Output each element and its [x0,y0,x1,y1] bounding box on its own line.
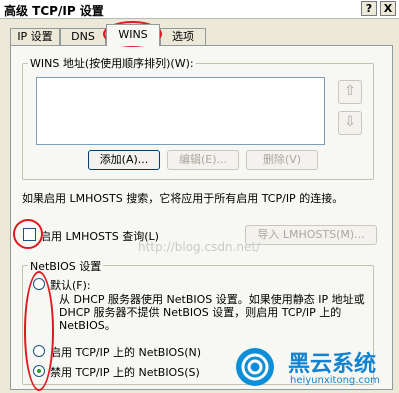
annotation-radio-circle [24,271,54,391]
lmhosts-note: 如果启用 LMHOSTS 搜索，它将应用于所有启用 TCP/IP 的连接。 [22,192,344,205]
wins-address-list[interactable] [36,77,325,145]
swirl-logo-icon [236,348,274,386]
tab-dns[interactable]: DNS [60,28,106,45]
move-up-button[interactable]: ⇧ [338,80,362,104]
logo-name: 黑云系统 [288,352,377,377]
logo-url: heiyunxitong.com [290,375,380,386]
move-down-button[interactable]: ⇩ [338,111,362,135]
watermark-text: http://blog.csdn.net/ [138,240,261,254]
edit-button[interactable]: 编辑(E)... [167,150,239,170]
tab-ip-settings[interactable]: IP 设置 [10,28,60,45]
wins-address-label: WINS 地址(按使用顺序排列)(W): [28,55,196,71]
netbios-disable-label: 禁用 TCP/IP 上的 NetBIOS(S) [50,366,200,379]
help-icon: ? [365,2,373,15]
help-button[interactable]: ? [361,1,377,16]
delete-button[interactable]: 删除(V) [246,150,318,170]
netbios-enable-label: 启用 TCP/IP 上的 NetBIOS(N) [50,346,202,359]
add-button[interactable]: 添加(A)... [88,150,160,170]
netbios-default-label: 默认(F): [50,279,91,292]
annotation-checkbox-circle [13,219,43,249]
close-button[interactable]: X [380,1,396,16]
netbios-default-description: 从 DHCP 服务器使用 NetBIOS 设置。如果使用静态 IP 地址或 DH… [59,293,365,332]
arrow-down-icon: ⇩ [344,114,356,130]
tab-wins[interactable]: WINS [106,24,160,46]
close-icon: X [383,2,393,15]
tab-options[interactable]: 选项 [160,28,206,45]
window-title: 高级 TCP/IP 设置 [4,4,104,18]
import-lmhosts-button[interactable]: 导入 LMHOSTS(M)... [245,225,377,245]
arrow-up-icon: ⇧ [344,83,356,99]
title-bar: 高级 TCP/IP 设置 ? X [0,0,399,19]
